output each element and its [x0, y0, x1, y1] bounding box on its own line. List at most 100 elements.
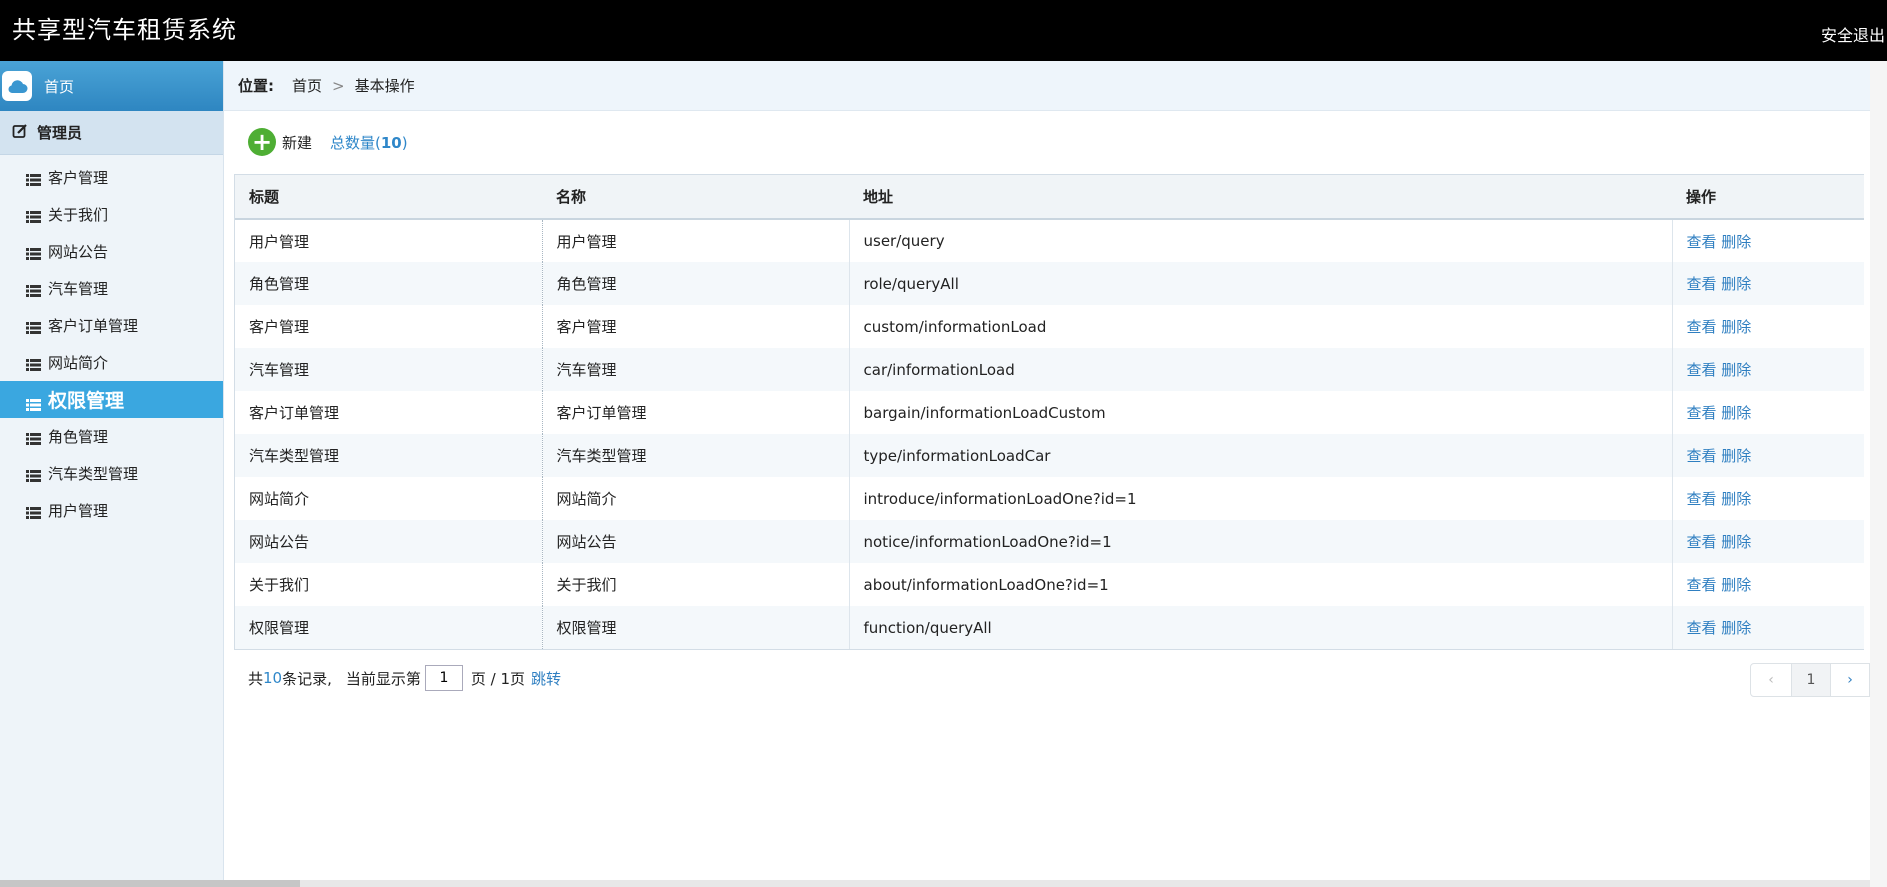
delete-link[interactable]: 删除 — [1721, 361, 1751, 379]
function-table: 标题 名称 地址 操作 用户管理 用户管理 user/query 查看 删除 角色管理角… — [235, 175, 1864, 649]
cell-title: 权限管理 — [235, 606, 543, 649]
cell-actions: 查看 删除 — [1672, 305, 1864, 348]
pagination: ‹ 1 › — [1750, 663, 1870, 697]
cell-path: bargain/informationLoadCustom — [849, 391, 1673, 434]
sidebar-group-admin[interactable]: 管理员 — [0, 111, 223, 155]
page-number-input[interactable] — [424, 665, 463, 691]
sidebar-item-orders[interactable]: 客户订单管理 — [0, 307, 223, 344]
view-link[interactable]: 查看 — [1687, 318, 1717, 336]
jump-button[interactable]: 跳转 — [531, 668, 561, 689]
list-icon — [26, 246, 41, 260]
column-header-name[interactable]: 名称 — [542, 175, 849, 219]
edit-icon — [12, 123, 28, 143]
sidebar-item-label: 汽车类型管理 — [48, 465, 139, 483]
breadcrumb-home-link[interactable]: 首页 — [292, 75, 322, 96]
delete-link[interactable]: 删除 — [1721, 447, 1751, 465]
view-link[interactable]: 查看 — [1687, 619, 1717, 637]
sidebar-item-users[interactable]: 用户管理 — [0, 492, 223, 529]
cell-name: 客户管理 — [542, 305, 850, 348]
sidebar-item-label: 网站公告 — [48, 243, 109, 261]
cell-name: 用户管理 — [542, 219, 850, 262]
view-link[interactable]: 查看 — [1687, 490, 1717, 508]
view-link[interactable]: 查看 — [1687, 361, 1717, 379]
view-link[interactable]: 查看 — [1687, 447, 1717, 465]
delete-link[interactable]: 删除 — [1721, 576, 1751, 594]
cell-actions: 查看 删除 — [1672, 391, 1864, 434]
cell-actions: 查看 删除 — [1672, 219, 1864, 262]
cell-actions: 查看 删除 — [1672, 262, 1864, 305]
cell-path: type/informationLoadCar — [849, 434, 1673, 477]
new-button[interactable]: 新建 — [282, 132, 312, 153]
cell-path: user/query — [849, 219, 1673, 262]
main-content: 位置: 首页 > 基本操作 + 新建 总数量(10) 标题 名称 地址 操作 用… — [224, 61, 1870, 887]
page-1-button[interactable]: 1 — [1791, 663, 1831, 697]
cell-name: 汽车类型管理 — [542, 434, 850, 477]
sidebar-home[interactable]: 首页 — [0, 61, 223, 111]
cell-title: 客户管理 — [235, 305, 543, 348]
sidebar-item-label: 网站简介 — [48, 354, 109, 372]
view-link[interactable]: 查看 — [1687, 404, 1717, 422]
delete-link[interactable]: 删除 — [1721, 233, 1751, 251]
list-icon — [26, 283, 41, 297]
scrollbar-thumb[interactable] — [0, 880, 300, 887]
column-header-path[interactable]: 地址 — [849, 175, 1672, 219]
vertical-scrollbar[interactable] — [1870, 61, 1887, 887]
breadcrumb-prefix: 位置: — [238, 77, 274, 95]
sidebar-item-label: 客户管理 — [48, 169, 109, 187]
view-link[interactable]: 查看 — [1687, 275, 1717, 293]
cell-actions: 查看 删除 — [1672, 563, 1864, 606]
cell-name: 汽车管理 — [542, 348, 850, 391]
sidebar-item-car-types[interactable]: 汽车类型管理 — [0, 455, 223, 492]
sidebar-item-intro[interactable]: 网站简介 — [0, 344, 223, 381]
table-header-row: 标题 名称 地址 操作 — [235, 175, 1864, 219]
list-icon — [26, 320, 41, 334]
delete-link[interactable]: 删除 — [1721, 490, 1751, 508]
delete-link[interactable]: 删除 — [1721, 318, 1751, 336]
table-row: 角色管理 角色管理 role/queryAll 查看 删除 — [235, 262, 1864, 305]
sidebar-item-about[interactable]: 关于我们 — [0, 196, 223, 233]
cell-path: function/queryAll — [849, 606, 1673, 649]
pager-info: 共10条记录, 当前显示第 页 / 1页 跳转 — [248, 665, 561, 691]
delete-link[interactable]: 删除 — [1721, 533, 1751, 551]
records-suffix: 条记录, — [282, 669, 332, 688]
cell-title: 关于我们 — [235, 563, 543, 606]
sidebar-item-notice[interactable]: 网站公告 — [0, 233, 223, 270]
cell-title: 汽车类型管理 — [235, 434, 543, 477]
view-link[interactable]: 查看 — [1687, 233, 1717, 251]
sidebar-item-roles[interactable]: 角色管理 — [0, 418, 223, 455]
cell-actions: 查看 删除 — [1672, 477, 1864, 520]
breadcrumb-current: 基本操作 — [354, 77, 415, 95]
sidebar-group-label: 管理员 — [37, 124, 83, 142]
sidebar-item-permissions[interactable]: 权限管理 — [0, 381, 223, 418]
cell-name: 角色管理 — [542, 262, 850, 305]
cell-path: about/informationLoadOne?id=1 — [849, 563, 1673, 606]
list-icon — [26, 468, 41, 482]
cell-path: custom/informationLoad — [849, 305, 1673, 348]
list-icon — [26, 172, 41, 186]
plus-circle-icon[interactable]: + — [248, 128, 276, 156]
table-row: 汽车管理 汽车管理 car/informationLoad 查看 删除 — [235, 348, 1864, 391]
breadcrumb-separator: > — [332, 76, 345, 95]
next-page-button[interactable]: › — [1830, 663, 1870, 697]
cell-actions: 查看 删除 — [1672, 606, 1864, 649]
toolbar: + 新建 总数量(10) — [248, 127, 408, 157]
delete-link[interactable]: 删除 — [1721, 275, 1751, 293]
sidebar-home-label: 首页 — [44, 77, 75, 96]
delete-link[interactable]: 删除 — [1721, 619, 1751, 637]
column-header-title[interactable]: 标题 — [235, 175, 542, 219]
list-icon — [26, 209, 41, 223]
delete-link[interactable]: 删除 — [1721, 404, 1751, 422]
view-link[interactable]: 查看 — [1687, 533, 1717, 551]
table-row: 客户订单管理 客户订单管理 bargain/informationLoadCusto… — [235, 391, 1864, 434]
cell-name: 权限管理 — [542, 606, 850, 649]
logout-button[interactable]: 安全退出 — [1821, 22, 1885, 46]
list-icon — [26, 505, 41, 519]
table-row: 用户管理 用户管理 user/query 查看 删除 — [235, 219, 1864, 262]
sidebar-item-car[interactable]: 汽车管理 — [0, 270, 223, 307]
cell-path: introduce/informationLoadOne?id=1 — [849, 477, 1673, 520]
table-row: 网站简介 网站简介 introduce/informationLoadOne?id=… — [235, 477, 1864, 520]
sidebar-item-customer[interactable]: 客户管理 — [0, 159, 223, 196]
horizontal-scrollbar[interactable] — [0, 880, 1870, 887]
prev-page-button[interactable]: ‹ — [1750, 663, 1792, 697]
view-link[interactable]: 查看 — [1687, 576, 1717, 594]
